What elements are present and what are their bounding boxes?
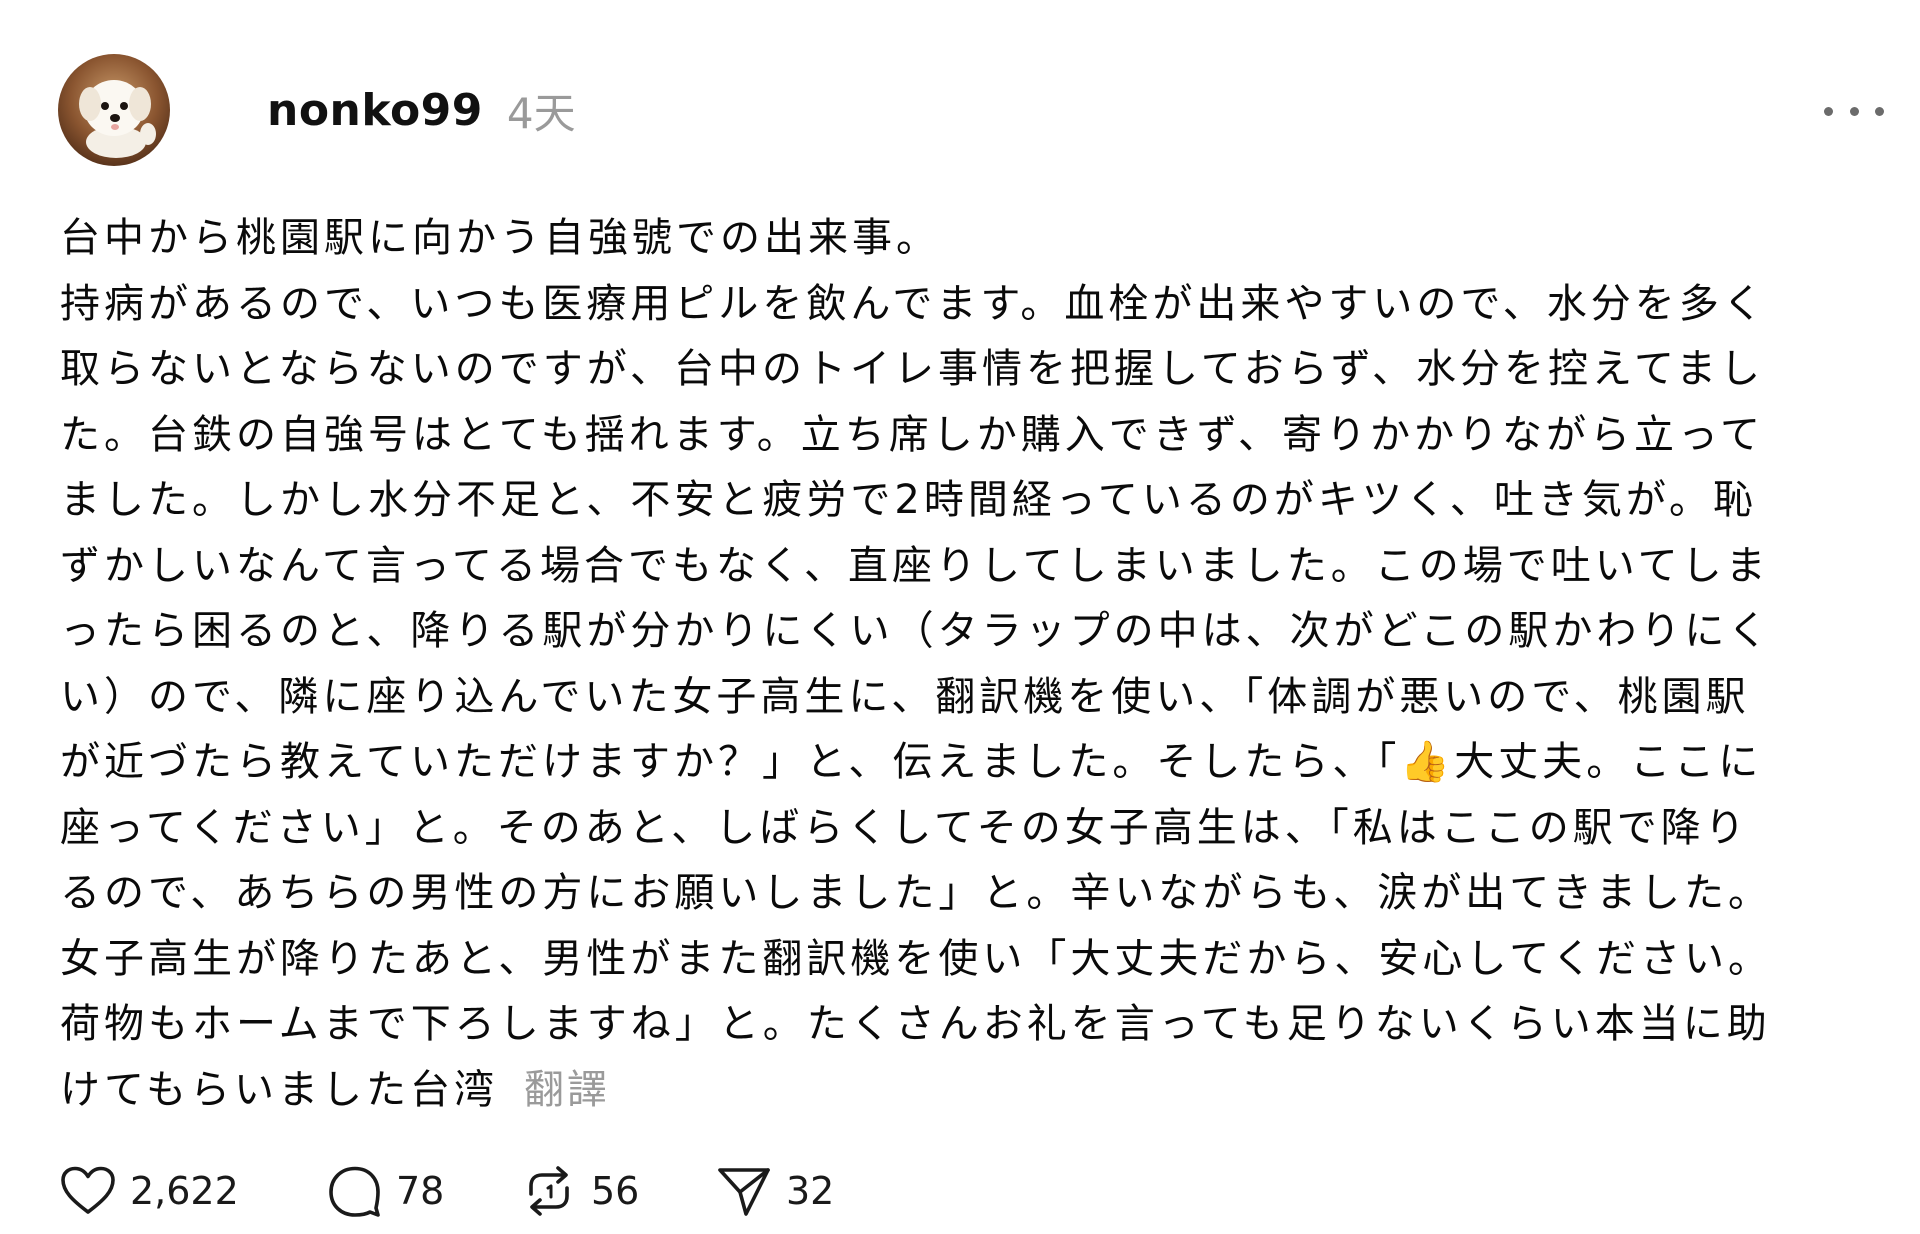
more-options-button[interactable] (1824, 96, 1884, 126)
post-body-line: た。台鉄の自強号はとても揺れます。立ち席しか購入できず、寄りかかりながら立って (60, 411, 1764, 458)
post-body-text: けてもらいました台湾 (60, 1066, 498, 1113)
more-dots-icon (1875, 106, 1884, 116)
post-header: nonko99 4天 (58, 54, 576, 166)
post-body-line: ったら困るのと、降りる駅が分かりにくい（タラップの中は、次がどこの駅かわりにく (60, 608, 1772, 654)
like-button[interactable]: 2,622 (60, 1166, 326, 1216)
reply-count: 78 (396, 1169, 445, 1213)
send-paper-plane-icon (718, 1168, 770, 1216)
post-body-line: 女子高生が降りたあと、男性がまた翻訳機を使い「大丈夫だから、安心してください。 (60, 935, 1772, 982)
post-body-line: ました。しかし水分不足と、不安と疲労で2時間経っているのがキツく、吐き気が。恥 (60, 477, 1758, 523)
threads-post: nonko99 4天 台中から桃園駅に向かう自強號での出来事。 持病があるので、… (0, 0, 1920, 1234)
reply-button[interactable]: 78 (326, 1164, 521, 1218)
comment-bubble-icon (329, 1166, 380, 1217)
avatar[interactable] (58, 54, 170, 166)
post-body: 台中から桃園駅に向かう自強號での出来事。 持病があるので、いつも医療用ピルを飲ん… (60, 206, 1890, 1123)
post-body-line: 台中から桃園駅に向かう自強號での出来事。 (60, 215, 940, 261)
avatar-dog-image (58, 54, 170, 166)
username[interactable]: nonko99 (267, 85, 483, 136)
heart-icon (61, 1166, 115, 1214)
share-count: 32 (786, 1169, 835, 1213)
repost-button[interactable]: 56 (521, 1164, 716, 1218)
post-body-line-last: けてもらいました台湾 翻譯 (60, 1058, 1890, 1124)
translate-link[interactable]: 翻譯 (524, 1067, 610, 1113)
post-body-line: るので、あちらの男性の方にお願いしました」と。辛いながらも、涙が出てきました。 (60, 870, 1772, 916)
post-body-line: が近づたら教えていただけますか？」と、伝えました。そしたら、「👍大丈夫。ここに (60, 739, 1763, 785)
post-body-line: 荷物もホームまで下ろしますね」と。たくさんお礼を言っても足りないくらい本当に助 (60, 1001, 1771, 1047)
share-button[interactable]: 32 (716, 1164, 866, 1218)
post-body-line: ずかしいなんて言ってる場合でもなく、直座りしてしまいました。この場で吐いてしま (60, 542, 1770, 589)
like-count: 2,622 (130, 1169, 239, 1213)
post-actions: 2,622 78 56 32 (60, 1163, 866, 1219)
post-timestamp: 4天 (506, 88, 576, 138)
post-body-line: 取らないとならないのですが、台中のトイレ事情を把握しておらず、水分を控えてまし (60, 346, 1764, 392)
more-dots-icon (1824, 106, 1833, 116)
post-body-line: 持病があるので、いつも医療用ピルを飲んでます。血栓が出来やすいので、水分を多く (60, 280, 1767, 327)
post-body-line: い）ので、隣に座り込んでいた女子高生に、翻訳機を使い、「体調が悪いので、桃園駅 (60, 673, 1750, 720)
post-body-line: 座ってください」と。そのあと、しばらくしてその女子高生は、「私はここの駅で降り (60, 804, 1749, 851)
repost-arrows-icon (529, 1166, 569, 1216)
more-dots-icon (1849, 106, 1859, 116)
repost-count: 56 (591, 1169, 640, 1213)
